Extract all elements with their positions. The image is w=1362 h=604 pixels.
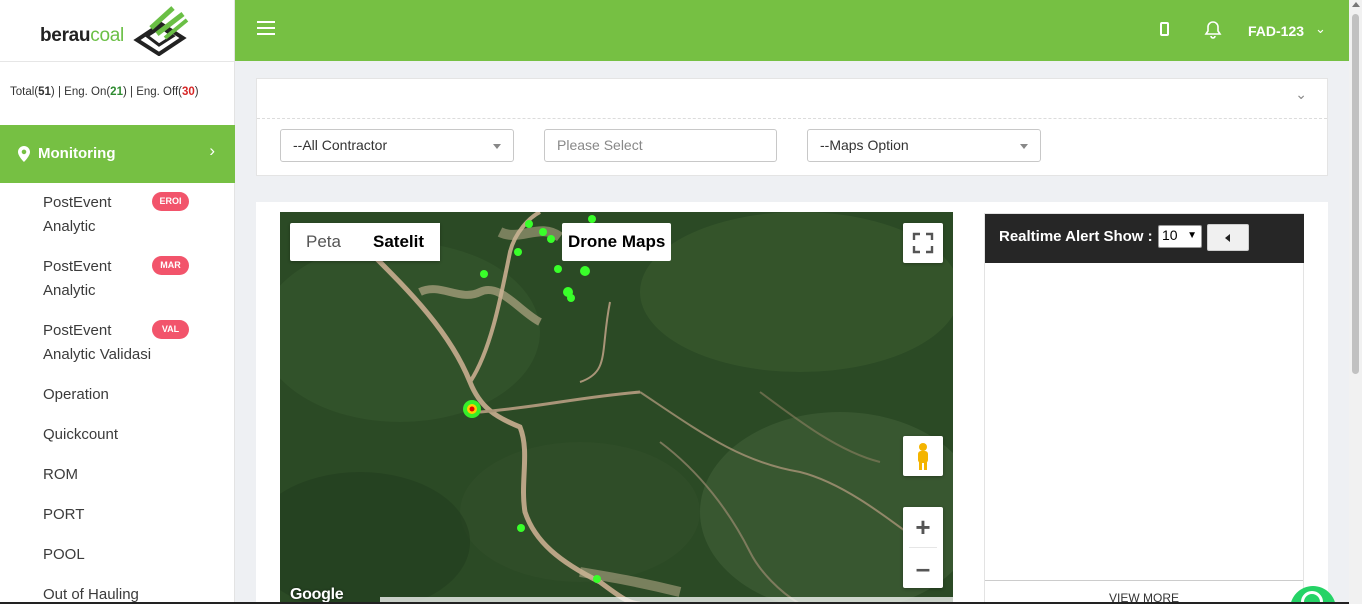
chevron-down-icon[interactable]: ⌄ xyxy=(1315,21,1326,37)
sidebar-item-port[interactable]: PORT xyxy=(43,503,84,527)
sidebar-item-postevent-analytic-mar[interactable]: PostEvent Analytic xyxy=(43,255,111,303)
sidebar-item-rom[interactable]: ROM xyxy=(43,463,78,487)
sidebar-item-quickcount[interactable]: Quickcount xyxy=(43,423,118,447)
status-badge: EROI xyxy=(152,192,189,211)
sidebar-item-operation[interactable]: Operation xyxy=(43,383,109,407)
street-view-pegman[interactable] xyxy=(903,436,943,476)
sidebar-item-postevent-analytic-eroi[interactable]: PostEvent Analytic xyxy=(43,191,111,239)
realtime-alert-panel: Realtime Alert Show : 10 ▼ VIEW MORE xyxy=(984,213,1304,604)
alert-title: Realtime Alert Show : xyxy=(999,228,1153,245)
zoom-out-button[interactable]: – xyxy=(903,548,943,588)
logo-text: beraucoal xyxy=(40,25,124,46)
bell-icon[interactable] xyxy=(1204,20,1222,39)
user-menu[interactable]: FAD-123 xyxy=(1248,23,1304,39)
map-type-peta-button[interactable]: Peta xyxy=(290,223,357,261)
map-type-satelit-button[interactable]: Satelit xyxy=(356,223,441,261)
map-pin-icon xyxy=(18,146,30,162)
chevron-down-icon: ▼ xyxy=(1187,230,1197,241)
status-badge: VAL xyxy=(152,320,189,339)
engine-off-count: 30 xyxy=(182,86,195,98)
satellite-map[interactable]: Peta Satelit Drone Maps + – Google xyxy=(280,212,953,604)
top-bar: FAD-123 ⌄ xyxy=(235,0,1349,61)
contractor-select[interactable]: --All Contractor xyxy=(280,129,514,162)
maps-option-select[interactable]: --Maps Option xyxy=(807,129,1041,162)
collapse-chevron-icon[interactable]: ⌄ xyxy=(1295,86,1307,103)
chevron-right-icon: › xyxy=(209,141,215,160)
logo[interactable]: beraucoal xyxy=(0,0,234,62)
map-type-control: Peta Satelit xyxy=(290,223,441,261)
alert-toggle-button[interactable] xyxy=(1207,224,1249,251)
alert-count-select[interactable]: 10 ▼ xyxy=(1158,225,1202,248)
please-select-input[interactable]: Please Select xyxy=(544,129,777,162)
divider xyxy=(257,118,1327,119)
caret-down-icon xyxy=(493,144,501,149)
total-count: 51 xyxy=(38,86,51,98)
view-more-button[interactable]: VIEW MORE xyxy=(985,580,1303,604)
zoom-in-button[interactable]: + xyxy=(903,507,943,547)
scrollbar-thumb[interactable] xyxy=(1352,14,1359,374)
engine-on-count: 21 xyxy=(110,86,123,98)
page-scrollbar[interactable] xyxy=(1349,0,1362,604)
satellite-imagery xyxy=(280,212,953,604)
alert-header: Realtime Alert Show : 10 ▼ xyxy=(985,214,1304,263)
logo-mark-icon xyxy=(133,6,189,56)
drone-maps-button[interactable]: Drone Maps xyxy=(562,223,672,261)
scroll-up-arrow-icon[interactable] xyxy=(1352,2,1360,7)
pegman-icon xyxy=(918,443,928,470)
sidebar-item-postevent-analytic-validasi[interactable]: PostEvent Analytic Validasi xyxy=(43,319,151,367)
phone-icon[interactable] xyxy=(1160,22,1169,36)
sidebar: beraucoal Total(51) | Eng. On(21) | Eng.… xyxy=(0,0,235,604)
engine-counts: Total(51) | Eng. On(21) | Eng. Off(30) xyxy=(10,86,199,98)
caret-down-icon xyxy=(1020,144,1028,149)
status-badge: MAR xyxy=(152,256,189,275)
filter-panel: ⌄ --All Contractor Please Select --Maps … xyxy=(256,78,1328,176)
fullscreen-icon xyxy=(912,232,934,254)
sidebar-item-out-of-hauling[interactable]: Out of Hauling xyxy=(43,583,139,604)
fullscreen-button[interactable] xyxy=(903,223,943,263)
hamburger-menu-icon[interactable] xyxy=(257,21,275,35)
caret-left-icon xyxy=(1225,234,1230,242)
sidebar-item-label: Monitoring xyxy=(38,145,116,162)
sidebar-item-pool[interactable]: POOL xyxy=(43,543,85,567)
sidebar-item-monitoring[interactable]: Monitoring › xyxy=(0,125,235,183)
zoom-control: + – xyxy=(903,507,943,588)
